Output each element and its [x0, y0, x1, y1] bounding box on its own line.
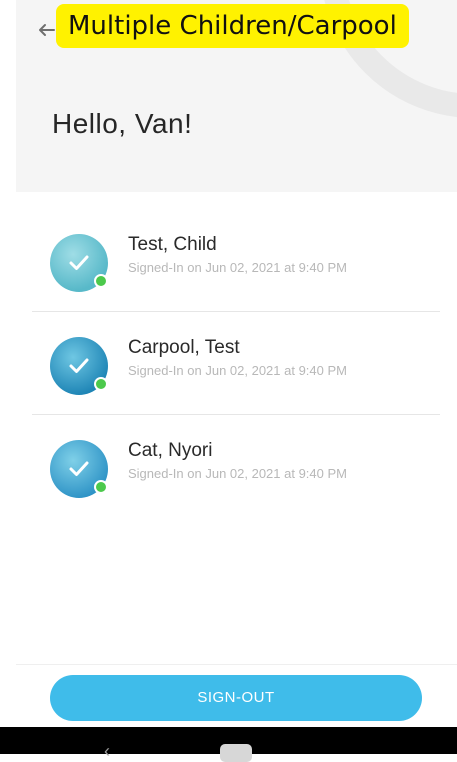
avatar: [50, 337, 108, 395]
checkmark-icon: [69, 358, 89, 373]
system-nav-bar: ‹: [0, 727, 457, 762]
greeting-title: Hello, Van!: [52, 108, 193, 139]
child-name: Carpool, Test: [128, 337, 240, 358]
signin-status: Signed-In on Jun 02, 2021 at 9:40 PM: [128, 260, 347, 275]
avatar: [50, 234, 108, 292]
child-name: Cat, Nyori: [128, 440, 213, 461]
checkmark-icon: [69, 461, 89, 476]
divider: [32, 311, 440, 312]
signin-status: Signed-In on Jun 02, 2021 at 9:40 PM: [128, 363, 347, 378]
list-item[interactable]: Cat, Nyori Signed-In on Jun 02, 2021 at …: [16, 416, 457, 519]
online-dot-icon: [94, 377, 108, 391]
footer-divider: [16, 664, 457, 665]
list-item[interactable]: Carpool, Test Signed-In on Jun 02, 2021 …: [16, 313, 457, 416]
nav-back-icon[interactable]: ‹: [104, 742, 110, 760]
sign-out-button[interactable]: SIGN-OUT: [50, 675, 422, 721]
list-item[interactable]: Test, Child Signed-In on Jun 02, 2021 at…: [16, 210, 457, 313]
nav-home-icon[interactable]: [220, 744, 252, 762]
avatar: [50, 440, 108, 498]
divider: [32, 414, 440, 415]
annotation-banner: Multiple Children/Carpool: [56, 4, 409, 48]
online-dot-icon: [94, 274, 108, 288]
signin-status: Signed-In on Jun 02, 2021 at 9:40 PM: [128, 466, 347, 481]
app-screen: Hello, Van! Test, Child Signed-In on Jun…: [16, 0, 457, 754]
child-name: Test, Child: [128, 234, 217, 255]
checkmark-icon: [69, 255, 89, 270]
online-dot-icon: [94, 480, 108, 494]
